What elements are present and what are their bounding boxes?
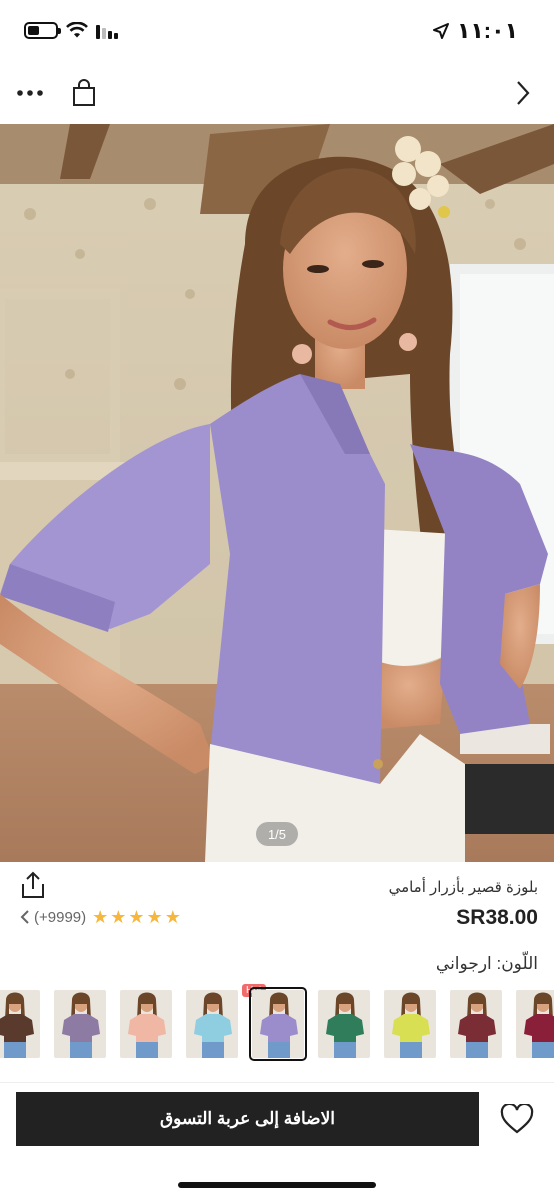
star-icon: ★ [164,907,181,927]
top-nav [0,62,554,124]
color-swatch[interactable] [318,990,370,1058]
status-time-area: ١١:٠١ [432,18,518,44]
signal-icon [96,24,118,39]
share-icon [22,871,44,898]
swatch-thumbnail [252,990,304,1058]
wifi-icon [66,22,88,38]
wishlist-button[interactable] [500,1102,534,1136]
heart-icon [500,1102,534,1134]
battery-icon [24,22,61,39]
star-icon: ★ [146,907,163,927]
swatch-thumbnail [516,990,554,1058]
color-swatch[interactable] [186,990,238,1058]
home-indicator [178,1182,376,1188]
product-price: SR38.00 [456,906,538,929]
color-swatches: Hot [0,984,554,1064]
star-icon: ★ [128,907,145,927]
status-bar: ١١:٠١ [0,0,554,62]
color-swatch[interactable] [54,990,106,1058]
image-page-indicator: 1/5 [256,822,298,846]
star-icon: ★ [92,907,109,927]
swatch-thumbnail [384,990,436,1058]
shopping-bag-icon [73,79,95,106]
color-swatch[interactable] [0,990,40,1058]
chevron-left-icon [20,910,29,924]
rating-stars: ★ ★ ★ ★ ★ [92,908,181,926]
star-icon: ★ [110,907,127,927]
color-swatch[interactable] [249,987,307,1061]
location-arrow-icon [432,23,449,39]
swatch-thumbnail [186,990,238,1058]
rating-count: (+9999) [34,908,87,926]
add-to-cart-button[interactable]: الاضافة إلى عربة التسوق [16,1092,479,1146]
rating-summary[interactable]: (+9999) ★ ★ ★ ★ ★ [20,908,181,926]
shopping-bag-button[interactable] [70,78,98,108]
swatch-thumbnail [318,990,370,1058]
product-title: بلوزة قصير بأزرار أمامي [388,879,538,896]
product-hero-image[interactable]: 1/5 [0,124,554,862]
share-button[interactable] [18,870,48,900]
color-swatch[interactable] [516,990,554,1058]
swatch-thumbnail [120,990,172,1058]
color-swatch[interactable] [120,990,172,1058]
divider [0,1082,554,1083]
status-icons [24,22,120,39]
color-swatch[interactable] [384,990,436,1058]
more-button[interactable] [14,80,46,106]
color-swatch[interactable] [450,990,502,1058]
product-photo [0,124,554,862]
swatch-thumbnail [54,990,106,1058]
chevron-right-icon [517,81,530,105]
swatch-thumbnail [0,990,40,1058]
more-dots-icon [17,90,43,96]
forward-button[interactable] [508,78,538,108]
status-time: ١١:٠١ [456,18,518,43]
swatch-thumbnail [450,990,502,1058]
color-label: اللّون: ارجواني [435,954,538,973]
